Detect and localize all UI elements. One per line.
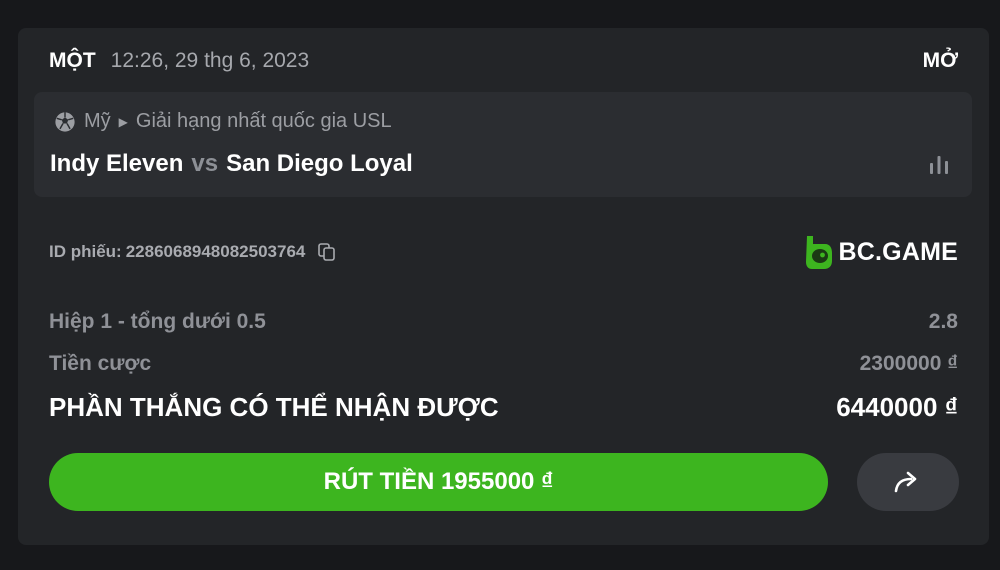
league-label: Giải hạng nhất quốc gia USL: [135, 110, 392, 132]
payout-label: PHẦN THẮNG CÓ THỂ NHẬN ĐƯỢC: [49, 392, 499, 422]
vs-label: vs: [191, 150, 219, 177]
chevron-right-icon: ▶: [118, 114, 128, 129]
cashout-button[interactable]: RÚT TIỀN 1955000 ₫: [49, 453, 828, 511]
bet-type: MỘT: [49, 49, 96, 72]
stake-row: Tiền cược 2300000 ₫: [49, 352, 958, 376]
market-label: Hiệp 1 - tổng dưới 0.5: [49, 310, 266, 333]
ticket-id-row: ID phiếu: 2286068948082503764: [49, 242, 337, 262]
payout-row: PHẦN THẮNG CÓ THỂ NHẬN ĐƯỢC 6440000 ₫: [49, 392, 958, 423]
bet-status: MỞ: [922, 49, 958, 72]
market-row: Hiệp 1 - tổng dưới 0.5 2.8: [49, 310, 958, 334]
bc-game-logo-icon: [805, 236, 832, 269]
stake-label: Tiền cược: [49, 352, 152, 375]
bet-timestamp: 12:26, 29 thg 6, 2023: [110, 49, 310, 72]
bar-chart-icon[interactable]: [928, 154, 950, 174]
stake-value: 2300000 ₫: [859, 352, 958, 375]
ticket-id-label: ID phiếu:: [49, 242, 122, 261]
bet-card: MỘT 12:26, 29 thg 6, 2023 MỞ Mỹ ▶ Giải h…: [18, 28, 989, 545]
match-info[interactable]: Mỹ ▶ Giải hạng nhất quốc gia USL Indy El…: [34, 92, 972, 197]
copy-icon[interactable]: [317, 242, 337, 262]
teams: Indy Eleven vs San Diego Loyal: [50, 150, 413, 178]
share-arrow-icon: [894, 471, 917, 493]
away-team: San Diego Loyal: [226, 150, 413, 177]
bet-header: MỘT 12:26, 29 thg 6, 2023 MỞ: [49, 46, 958, 76]
league-breadcrumb: Mỹ ▶ Giải hạng nhất quốc gia USL: [54, 110, 392, 133]
brand-name: BC.GAME: [838, 237, 958, 266]
soccer-ball-icon: [55, 111, 75, 132]
cashout-label: RÚT TIỀN 1955000 ₫: [323, 468, 554, 495]
country-label: Mỹ: [84, 110, 111, 132]
home-team: Indy Eleven: [50, 150, 184, 177]
odds-value: 2.8: [928, 310, 958, 333]
brand-logo: BC.GAME: [803, 234, 958, 270]
ticket-id-value: 2286068948082503764: [125, 242, 306, 261]
share-button[interactable]: [857, 453, 959, 511]
payout-value: 6440000 ₫: [836, 392, 958, 422]
